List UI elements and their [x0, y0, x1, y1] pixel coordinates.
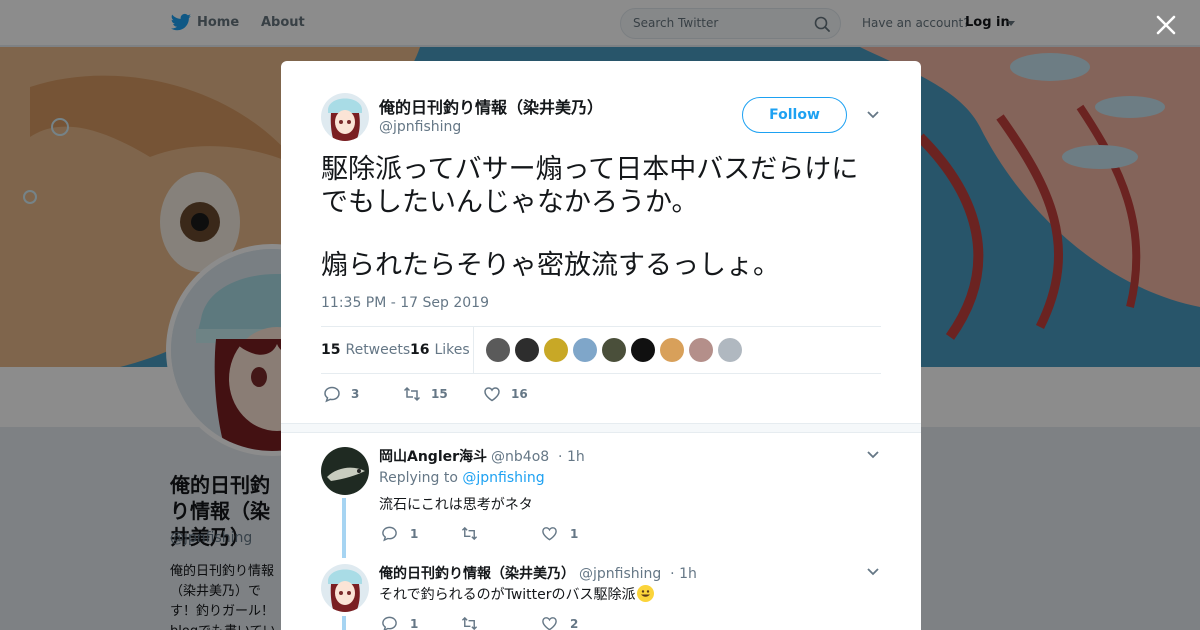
likes-stat[interactable]: 16 Likes	[410, 342, 470, 358]
replying-to-link[interactable]: @jpnfishing	[462, 470, 544, 486]
liker-avatar[interactable]	[515, 338, 539, 362]
heart-icon	[484, 387, 500, 402]
reply-author-name: 俺的日刊釣り情報（染井美乃）	[379, 566, 575, 582]
heart-icon	[542, 617, 557, 630]
chevron-down-icon[interactable]	[866, 567, 880, 577]
close-icon[interactable]	[1153, 12, 1179, 38]
reply-actions: 1 1	[381, 525, 681, 543]
liker-avatar[interactable]	[544, 338, 568, 362]
liker-avatar[interactable]	[573, 338, 597, 362]
reply-count: 1	[410, 527, 419, 541]
likes-count: 16	[410, 342, 430, 358]
liker-avatar[interactable]	[689, 338, 713, 362]
reply-author-handle: @nb4o8	[491, 449, 550, 465]
tweet-timestamp[interactable]: 11:35 PM - 17 Sep 2019	[321, 295, 489, 311]
reply-icon	[382, 616, 397, 630]
reply-actions: 1 2	[381, 615, 681, 630]
reply-text: 流石にこれは思考がネタ	[379, 497, 533, 513]
thread-connector	[342, 498, 346, 558]
reply-count: 1	[410, 617, 419, 630]
stats-divider	[473, 327, 474, 373]
retweets-count: 15	[321, 342, 341, 358]
reply-text-body: それで釣られるのがTwitterのバス駆除派	[379, 587, 636, 603]
tweet-text-line: でもしたいんじゃなかろうか。	[321, 187, 699, 218]
heart-icon	[542, 527, 557, 541]
replying-to: Replying to @jpnfishing	[379, 470, 545, 486]
like-count: 1	[570, 527, 579, 541]
liker-avatar[interactable]	[486, 338, 510, 362]
thread-connector	[342, 616, 346, 630]
reply-icon	[382, 526, 397, 542]
author-handle[interactable]: @jpnfishing	[379, 119, 461, 135]
retweet-count: 15	[431, 387, 448, 401]
reply-text: それで釣られるのがTwitterのバス駆除派	[379, 584, 654, 604]
reply-author[interactable]: 岡山Angler海斗 @nb4o8 · 1h	[379, 446, 585, 466]
tweet-actions: 3 15 16	[321, 383, 881, 407]
retweets-label: Retweets	[345, 342, 411, 358]
reply-tweet[interactable]: 岡山Angler海斗 @nb4o8 · 1h Replying to @jpnfi…	[281, 441, 921, 559]
tweet-stats: 15 Retweets 16 Likes	[321, 326, 881, 374]
follow-button[interactable]: Follow	[742, 97, 847, 133]
reply-time[interactable]: · 1h	[558, 449, 585, 465]
reply-author-handle: @jpnfishing	[579, 566, 662, 582]
retweets-stat[interactable]: 15 Retweets	[321, 342, 410, 358]
like-count: 16	[511, 387, 528, 401]
liker-avatar[interactable]	[602, 338, 626, 362]
chevron-down-icon[interactable]	[866, 110, 880, 120]
tweet-text-line: 煽られたらそりゃ密放流するっしょ。	[321, 250, 780, 281]
author-avatar[interactable]	[321, 93, 369, 141]
reply-avatar[interactable]	[321, 564, 369, 612]
reply-avatar[interactable]	[321, 447, 369, 495]
reply-author-name: 岡山Angler海斗	[379, 449, 488, 465]
like-count: 2	[570, 617, 579, 630]
reply-author[interactable]: 俺的日刊釣り情報（染井美乃） @jpnfishing · 1h	[379, 563, 697, 583]
retweet-icon	[403, 386, 421, 402]
likes-label: Likes	[434, 342, 470, 358]
liker-avatar[interactable]	[660, 338, 684, 362]
grinning-face-emoji-icon	[636, 585, 654, 602]
retweet-icon	[461, 616, 478, 630]
liker-avatar[interactable]	[631, 338, 655, 362]
reply-tweet[interactable]: 俺的日刊釣り情報（染井美乃） @jpnfishing · 1h それで釣られるのが…	[281, 558, 921, 630]
tweet-modal: 俺的日刊釣り情報（染井美乃） @jpnfishing Follow 駆除派ってバ…	[281, 61, 921, 630]
chevron-down-icon[interactable]	[866, 450, 880, 460]
reply-time[interactable]: · 1h	[670, 566, 697, 582]
retweet-icon	[461, 526, 478, 541]
liker-avatar[interactable]	[718, 338, 742, 362]
tweet-text-line: 駆除派ってバサー煽って日本中バスだらけに	[321, 154, 859, 185]
author-name[interactable]: 俺的日刊釣り情報（染井美乃）	[379, 94, 603, 118]
replying-prefix: Replying to	[379, 470, 458, 486]
reply-count: 3	[351, 387, 360, 401]
reply-icon	[324, 386, 340, 403]
replies-divider	[281, 423, 921, 433]
tweet-text: 駆除派ってバサー煽って日本中バスだらけに でもしたいんじゃなかろうか。 煽られた…	[321, 153, 886, 282]
